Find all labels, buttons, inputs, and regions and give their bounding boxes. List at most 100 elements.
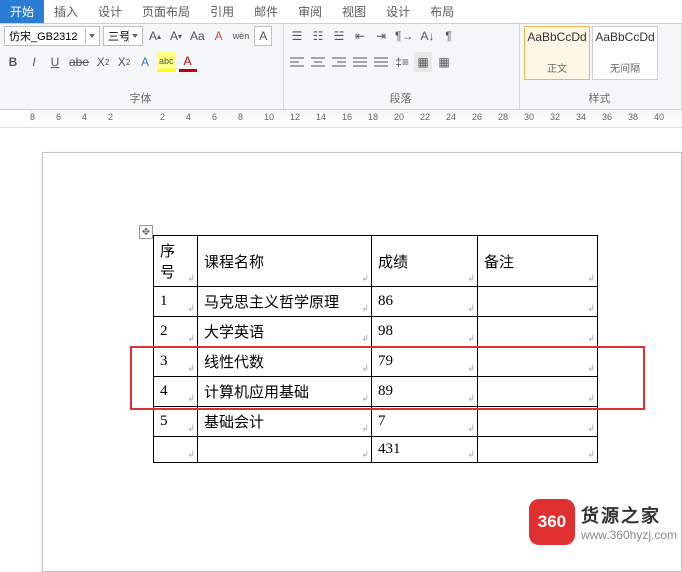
table-cell[interactable]: 线性代数 [198, 347, 372, 377]
ruler-tick: 22 [420, 112, 430, 122]
bullets-button[interactable]: ☰ [288, 26, 306, 46]
sort-button[interactable]: A↓ [418, 26, 436, 46]
table-header-cell[interactable]: 课程名称 [198, 236, 372, 287]
table-cell[interactable]: 马克思主义哲学原理 [198, 287, 372, 317]
align-left-button[interactable] [288, 52, 306, 72]
tab-home[interactable]: 开始 [0, 0, 44, 23]
font-name-value: 仿宋_GB2312 [9, 28, 77, 44]
font-name-select[interactable]: 仿宋_GB2312 [4, 26, 100, 46]
line-spacing-button[interactable]: ‡≡ [393, 52, 411, 72]
shading-button[interactable]: ▦ [414, 52, 432, 72]
table-cell[interactable] [198, 437, 372, 463]
table-cell[interactable]: 7 [372, 407, 478, 437]
document-table[interactable]: 序号课程名称成绩备注1马克思主义哲学原理862大学英语983线性代数794计算机… [153, 235, 598, 463]
text-effects-button[interactable]: A [136, 52, 154, 72]
align-justify-button[interactable] [351, 52, 369, 72]
chevron-down-icon [128, 29, 140, 43]
borders-button[interactable]: ▦ [435, 52, 453, 72]
font-size-select[interactable]: 三号 [103, 26, 143, 46]
group-styles-label: 样式 [524, 88, 675, 109]
increase-indent-button[interactable]: ⇥ [372, 26, 390, 46]
table-cell[interactable]: 1 [154, 287, 198, 317]
table-cell[interactable]: 2 [154, 317, 198, 347]
table-cell[interactable]: 79 [372, 347, 478, 377]
bold-button[interactable]: B [4, 52, 22, 72]
table-cell[interactable]: 3 [154, 347, 198, 377]
tab-mailings[interactable]: 邮件 [244, 0, 288, 23]
table-row[interactable]: 4计算机应用基础89 [154, 377, 598, 407]
align-distribute-button[interactable] [372, 52, 390, 72]
tab-design[interactable]: 设计 [88, 0, 132, 23]
style-nospace[interactable]: AaBbCcDd 无间隔 [592, 26, 658, 80]
ruler-tick: 10 [264, 112, 274, 122]
tab-table-layout[interactable]: 布局 [420, 0, 464, 23]
table-row[interactable]: 5基础会计7 [154, 407, 598, 437]
italic-button[interactable]: I [25, 52, 43, 72]
show-marks-button[interactable]: ¶ [439, 26, 457, 46]
table-row[interactable]: 3线性代数79 [154, 347, 598, 377]
tab-references[interactable]: 引用 [200, 0, 244, 23]
ruler-tick: 12 [290, 112, 300, 122]
align-right-button[interactable] [330, 52, 348, 72]
table-cell[interactable] [478, 407, 598, 437]
char-border-button[interactable]: A [254, 26, 272, 46]
decrease-indent-button[interactable]: ⇤ [351, 26, 369, 46]
highlight-button[interactable]: abc [157, 52, 176, 72]
phonetic-guide-button[interactable]: wèn [231, 26, 252, 46]
table-header-cell[interactable]: 序号 [154, 236, 198, 287]
tab-insert[interactable]: 插入 [44, 0, 88, 23]
superscript-button[interactable]: X2 [115, 52, 133, 72]
multilevel-button[interactable]: ☱ [330, 26, 348, 46]
table-total-row[interactable]: 431 [154, 437, 598, 463]
table-cell[interactable]: 431 [372, 437, 478, 463]
table-cell[interactable]: 计算机应用基础 [198, 377, 372, 407]
underline-button[interactable]: U [46, 52, 64, 72]
table-cell[interactable] [478, 317, 598, 347]
watermark-url: www.360hyzj.com [581, 528, 677, 542]
group-font-label: 字体 [4, 88, 277, 109]
table-header-cell[interactable]: 备注 [478, 236, 598, 287]
numbering-button[interactable]: ☷ [309, 26, 327, 46]
tab-page-layout[interactable]: 页面布局 [132, 0, 200, 23]
table-cell[interactable] [478, 347, 598, 377]
strike-button[interactable]: abe [67, 52, 91, 72]
tab-table-design[interactable]: 设计 [376, 0, 420, 23]
change-case-button[interactable]: Aa [188, 26, 207, 46]
ruler-tick: 8 [30, 112, 35, 122]
ruler-tick: 14 [316, 112, 326, 122]
subscript-button[interactable]: X2 [94, 52, 112, 72]
table-row[interactable]: 2大学英语98 [154, 317, 598, 347]
table-move-handle-icon[interactable]: ✥ [139, 225, 153, 239]
style-preview: AaBbCcDd [595, 31, 654, 44]
grow-font-button[interactable]: A▴ [146, 26, 164, 46]
group-paragraph: ☰ ☷ ☱ ⇤ ⇥ ¶→ A↓ ¶ ‡≡ ▦ ▦ 段落 [284, 24, 520, 109]
chevron-down-icon [85, 29, 97, 43]
ltr-button[interactable]: ¶→ [393, 26, 415, 46]
table-cell[interactable] [478, 287, 598, 317]
table-cell[interactable] [154, 437, 198, 463]
table-cell[interactable]: 基础会计 [198, 407, 372, 437]
table-row[interactable]: 1马克思主义哲学原理86 [154, 287, 598, 317]
table-cell[interactable]: 98 [372, 317, 478, 347]
font-color-button[interactable]: A [179, 52, 197, 72]
style-preview: AaBbCcDd [527, 31, 586, 44]
horizontal-ruler[interactable]: 8642246810121416182022242628303234363840 [0, 110, 682, 128]
tab-view[interactable]: 视图 [332, 0, 376, 23]
watermark-title: 货源之家 [581, 502, 677, 528]
clear-format-button[interactable]: A [210, 26, 228, 46]
align-center-button[interactable] [309, 52, 327, 72]
ruler-tick: 36 [602, 112, 612, 122]
table-header-cell[interactable]: 成绩 [372, 236, 478, 287]
style-normal[interactable]: AaBbCcDd 正文 [524, 26, 590, 80]
group-font: 仿宋_GB2312 三号 A▴ A▾ Aa A wèn A B I U abe [0, 24, 284, 109]
table-cell[interactable] [478, 437, 598, 463]
table-cell[interactable] [478, 377, 598, 407]
ruler-tick: 38 [628, 112, 638, 122]
table-cell[interactable]: 5 [154, 407, 198, 437]
table-cell[interactable]: 89 [372, 377, 478, 407]
shrink-font-button[interactable]: A▾ [167, 26, 185, 46]
table-cell[interactable]: 4 [154, 377, 198, 407]
table-cell[interactable]: 86 [372, 287, 478, 317]
table-cell[interactable]: 大学英语 [198, 317, 372, 347]
tab-review[interactable]: 审阅 [288, 0, 332, 23]
